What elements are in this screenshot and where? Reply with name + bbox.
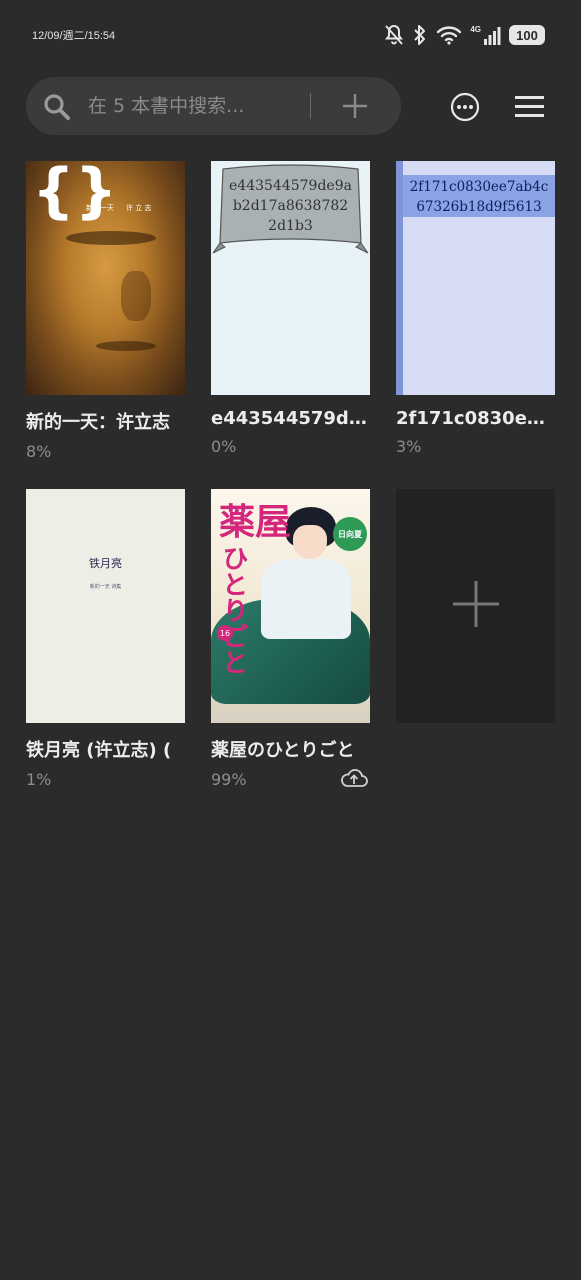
book-cover[interactable]: 铁月亮 新的一天 诗集 (26, 489, 185, 723)
cover-author-badge: 日向夏 (333, 517, 367, 551)
add-book-tile[interactable] (396, 489, 555, 723)
book-item[interactable]: {} 新的一天 许 立 志 新的一天：许立志 8% (26, 161, 185, 461)
book-cover[interactable]: 薬屋 ひとりごと 日向夏 16 (211, 489, 370, 723)
cover-hash-text: 2f171c0830ee7ab4c 67326b18d9f5613 (409, 179, 549, 215)
network-type-label: 4G (470, 24, 481, 34)
book-item[interactable]: 薬屋 ひとりごと 日向夏 16 薬屋のひとりごと 99% (211, 489, 370, 789)
cover-title-text: 铁月亮 (89, 557, 122, 570)
book-cover[interactable]: 2f171c0830ee7ab4c 67326b18d9f5613 (396, 161, 555, 395)
add-icon (451, 579, 501, 633)
cover-hash-text: e443544579de9a b2d17a8638782 2d1b3 (229, 178, 352, 234)
wifi-icon (436, 24, 462, 46)
book-title: 2f171c0830ee7ab4c (396, 408, 555, 429)
cover-title-text: 新的一天 (86, 204, 114, 212)
bluetooth-icon (412, 24, 428, 46)
book-title: 铁月亮 (许立志) ( (26, 740, 172, 761)
book-progress: 3% (396, 437, 422, 456)
status-bar: 12/09/週二/15:54 4G 100 (0, 0, 581, 70)
more-options-icon[interactable] (450, 92, 480, 126)
cover-illustration-body (261, 559, 351, 639)
book-title: 薬屋のひとりごと (211, 740, 355, 761)
book-item[interactable]: e443544579de9a b2d17a8638782 2d1b3 e4435… (211, 161, 370, 456)
cover-volume-badge: 16 (217, 625, 233, 641)
book-cover[interactable]: e443544579de9a b2d17a8638782 2d1b3 (211, 161, 370, 395)
status-icons: 4G 100 (384, 22, 545, 48)
cover-author-text: 许 立 志 (126, 204, 152, 212)
book-progress: 8% (26, 442, 52, 461)
book-title: 新的一天：许立志 (26, 412, 170, 433)
add-book-icon[interactable] (342, 93, 368, 123)
book-progress: 0% (211, 437, 237, 456)
cover-subtitle-text: ひとりごと (218, 545, 248, 675)
search-bar[interactable] (26, 77, 401, 135)
book-item[interactable]: 铁月亮 新的一天 诗集 铁月亮 (许立志) ( 1% (26, 489, 185, 789)
search-icon (43, 93, 71, 125)
battery-indicator: 100 (509, 25, 545, 45)
cover-illustration-face (293, 525, 327, 559)
book-item[interactable]: 2f171c0830ee7ab4c 67326b18d9f5613 2f171c… (396, 161, 555, 456)
search-input[interactable] (88, 77, 318, 135)
menu-icon[interactable] (515, 96, 544, 122)
mute-notification-icon (384, 24, 404, 46)
book-title: e443544579de9a (211, 408, 370, 429)
book-progress: 1% (26, 770, 52, 789)
cover-title-text: 薬屋 (219, 501, 292, 543)
status-time: 12/09/週二/15:54 (32, 30, 116, 42)
book-cover[interactable]: {} 新的一天 许 立 志 (26, 161, 185, 395)
search-divider (310, 93, 311, 119)
cover-subtitle-text: 新的一天 诗集 (89, 584, 122, 590)
cloud-upload-icon[interactable] (340, 767, 368, 793)
signal-icon (483, 24, 501, 46)
